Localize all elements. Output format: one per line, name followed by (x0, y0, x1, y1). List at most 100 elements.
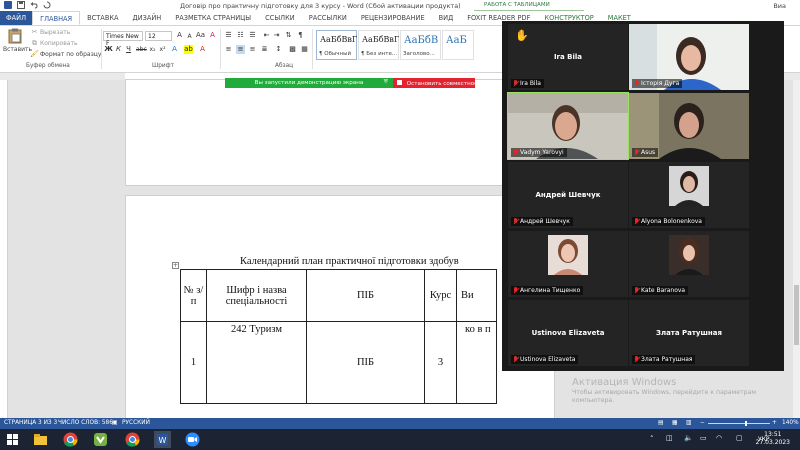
clock[interactable]: 13:51 27.03.2023 (756, 431, 790, 447)
table-header-cell[interactable]: Ви (456, 269, 497, 322)
align-left-icon[interactable]: ≡ (224, 45, 233, 54)
tab-design[interactable]: ДИЗАЙН (126, 11, 169, 25)
align-center-icon[interactable]: ≡ (236, 45, 245, 54)
subscript-icon[interactable]: x₂ (148, 45, 157, 54)
font-size-select[interactable]: 12 (145, 31, 172, 41)
zoom-taskbar-icon[interactable] (184, 431, 201, 448)
undo-icon[interactable] (30, 1, 38, 9)
participant-tile[interactable]: Asus (629, 93, 749, 159)
read-mode-icon[interactable]: ▤ (658, 420, 663, 426)
battery-icon[interactable]: ▭ (700, 434, 707, 442)
superscript-icon[interactable]: x² (158, 45, 167, 54)
proofing-icon[interactable]: ▣ (112, 420, 117, 426)
sort-icon[interactable]: ⇅ (284, 31, 293, 40)
style-heading-1[interactable]: АаБбВ Заголово... (400, 30, 441, 60)
participant-tile[interactable]: Історія Дуга (629, 24, 749, 90)
copy-icon[interactable]: ⧉ (30, 39, 39, 48)
change-case-icon[interactable]: Aa (196, 31, 205, 40)
strikethrough-icon[interactable]: abc (136, 45, 147, 54)
table-cell[interactable]: 3 (424, 321, 457, 404)
decrease-indent-icon[interactable]: ⇤ (262, 31, 271, 40)
web-layout-icon[interactable]: ▥ (686, 420, 691, 426)
word-count[interactable]: ЧИСЛО СЛОВ: 586 (58, 420, 113, 426)
participant-tile[interactable]: Андрей Шевчук Андрей Шевчук (508, 162, 628, 228)
participant-tile[interactable]: Ustinova Elizaveta Ustinova Elizaveta (508, 300, 628, 366)
table-cell[interactable]: 242 Туризм (206, 321, 307, 404)
borders-icon[interactable]: ▦ (300, 45, 309, 54)
word-taskbar-icon[interactable]: W (154, 431, 171, 448)
vertical-scrollbar[interactable] (793, 80, 800, 418)
participant-tile[interactable]: Alyona Bolonenkova (629, 162, 749, 228)
table-move-handle-icon[interactable]: + (172, 262, 179, 269)
participant-tile[interactable]: Vadym Yarovyi (507, 92, 629, 160)
network-icon[interactable]: ◫ (666, 434, 673, 442)
style-normal[interactable]: АаБбВвГ ¶ Обычный (316, 30, 357, 60)
cut-icon[interactable]: ✂ (30, 28, 39, 37)
shrink-font-icon[interactable]: A (185, 32, 194, 41)
table-header-cell[interactable]: ПІБ (306, 269, 425, 322)
justify-icon[interactable]: ≣ (260, 45, 269, 54)
redo-icon[interactable] (43, 1, 51, 9)
notification-icon[interactable]: ▢ (736, 434, 743, 442)
shading-icon[interactable]: ▩ (288, 45, 297, 54)
user-name[interactable]: Виа (773, 2, 786, 10)
document-table[interactable]: № з/п Шифр і назва спеціальності ПІБ Кур… (180, 269, 497, 404)
table-cell[interactable]: 1 (180, 321, 207, 404)
participant-tile[interactable]: ✋ Ira Bila Ira Bila (508, 24, 628, 90)
participant-tile[interactable]: Kate Baranova (629, 231, 749, 297)
tab-review[interactable]: РЕЦЕНЗИРОВАНИЕ (354, 11, 432, 25)
format-painter-icon[interactable]: 🖌 (30, 50, 39, 59)
chrome-icon[interactable] (62, 431, 79, 448)
grow-font-icon[interactable]: A (175, 31, 184, 40)
wifi-icon[interactable]: ◠ (716, 434, 722, 442)
print-layout-icon[interactable]: ▦ (672, 420, 677, 426)
document-page[interactable] (125, 80, 555, 186)
format-painter-button[interactable]: Формат по образцу (40, 51, 101, 58)
increase-indent-icon[interactable]: ⇥ (272, 31, 281, 40)
italic-icon[interactable]: К (114, 45, 123, 54)
style-no-spacing[interactable]: АаБбВвГ ¶ Без инте... (358, 30, 399, 60)
numbering-icon[interactable]: ☷ (236, 31, 245, 40)
style-heading-2[interactable]: АаБ (442, 30, 474, 60)
cut-button[interactable]: Вырезать (40, 29, 70, 36)
zoom-in-icon[interactable]: + (772, 420, 777, 426)
tab-view[interactable]: ВИД (432, 11, 461, 25)
show-marks-icon[interactable]: ¶ (296, 31, 305, 40)
windows-start-icon[interactable] (4, 431, 21, 448)
tab-file[interactable]: ФАЙЛ (0, 11, 33, 25)
paste-button[interactable]: Вставить (3, 28, 32, 62)
clear-format-icon[interactable]: A (208, 31, 217, 40)
zoom-out-icon[interactable]: − (700, 420, 705, 426)
tab-page-layout[interactable]: РАЗМЕТКА СТРАНИЦЫ (168, 11, 258, 25)
table-cell[interactable]: ПІБ (306, 321, 425, 404)
tab-references[interactable]: ССЫЛКИ (258, 11, 302, 25)
zoom-slider[interactable] (708, 423, 770, 424)
zoom-slider-thumb[interactable] (745, 421, 747, 426)
file-explorer-icon[interactable] (32, 431, 49, 448)
table-cell[interactable]: ко в п (456, 321, 497, 404)
align-right-icon[interactable]: ≡ (248, 45, 257, 54)
zoom-level[interactable]: 140% (782, 420, 799, 426)
table-header-cell[interactable]: Курс (424, 269, 457, 322)
font-name-select[interactable]: Times New F (103, 31, 143, 47)
stop-share-button[interactable]: Остановить совместное и (393, 78, 483, 88)
bullets-icon[interactable]: ☰ (224, 31, 233, 40)
font-color-icon[interactable]: A (198, 45, 207, 54)
tab-mailings[interactable]: РАССЫЛКИ (302, 11, 354, 25)
table-header-cell[interactable]: Шифр і назва спеціальності (206, 269, 307, 322)
table-header-cell[interactable]: № з/п (180, 269, 207, 322)
save-icon[interactable] (17, 1, 25, 9)
volume-icon[interactable]: 🔈 (684, 434, 693, 442)
page-indicator[interactable]: СТРАНИЦА 3 ИЗ 3 (4, 420, 57, 426)
vertical-ruler[interactable] (0, 80, 8, 418)
multilevel-list-icon[interactable]: ☰ (248, 31, 257, 40)
language-indicator[interactable]: РУССКИЙ (122, 420, 150, 426)
tray-chevron-icon[interactable]: ˄ (650, 435, 654, 443)
copy-button[interactable]: Копировать (40, 40, 77, 47)
bold-icon[interactable]: Ж (104, 45, 113, 54)
scrollbar-thumb[interactable] (794, 285, 799, 345)
participant-tile[interactable]: Злата Ратушная Злата Ратушная (629, 300, 749, 366)
text-effects-icon[interactable]: A (170, 45, 179, 54)
participant-tile[interactable]: Ангелина Тищенко (508, 231, 628, 297)
underline-icon[interactable]: Ч (124, 45, 133, 54)
